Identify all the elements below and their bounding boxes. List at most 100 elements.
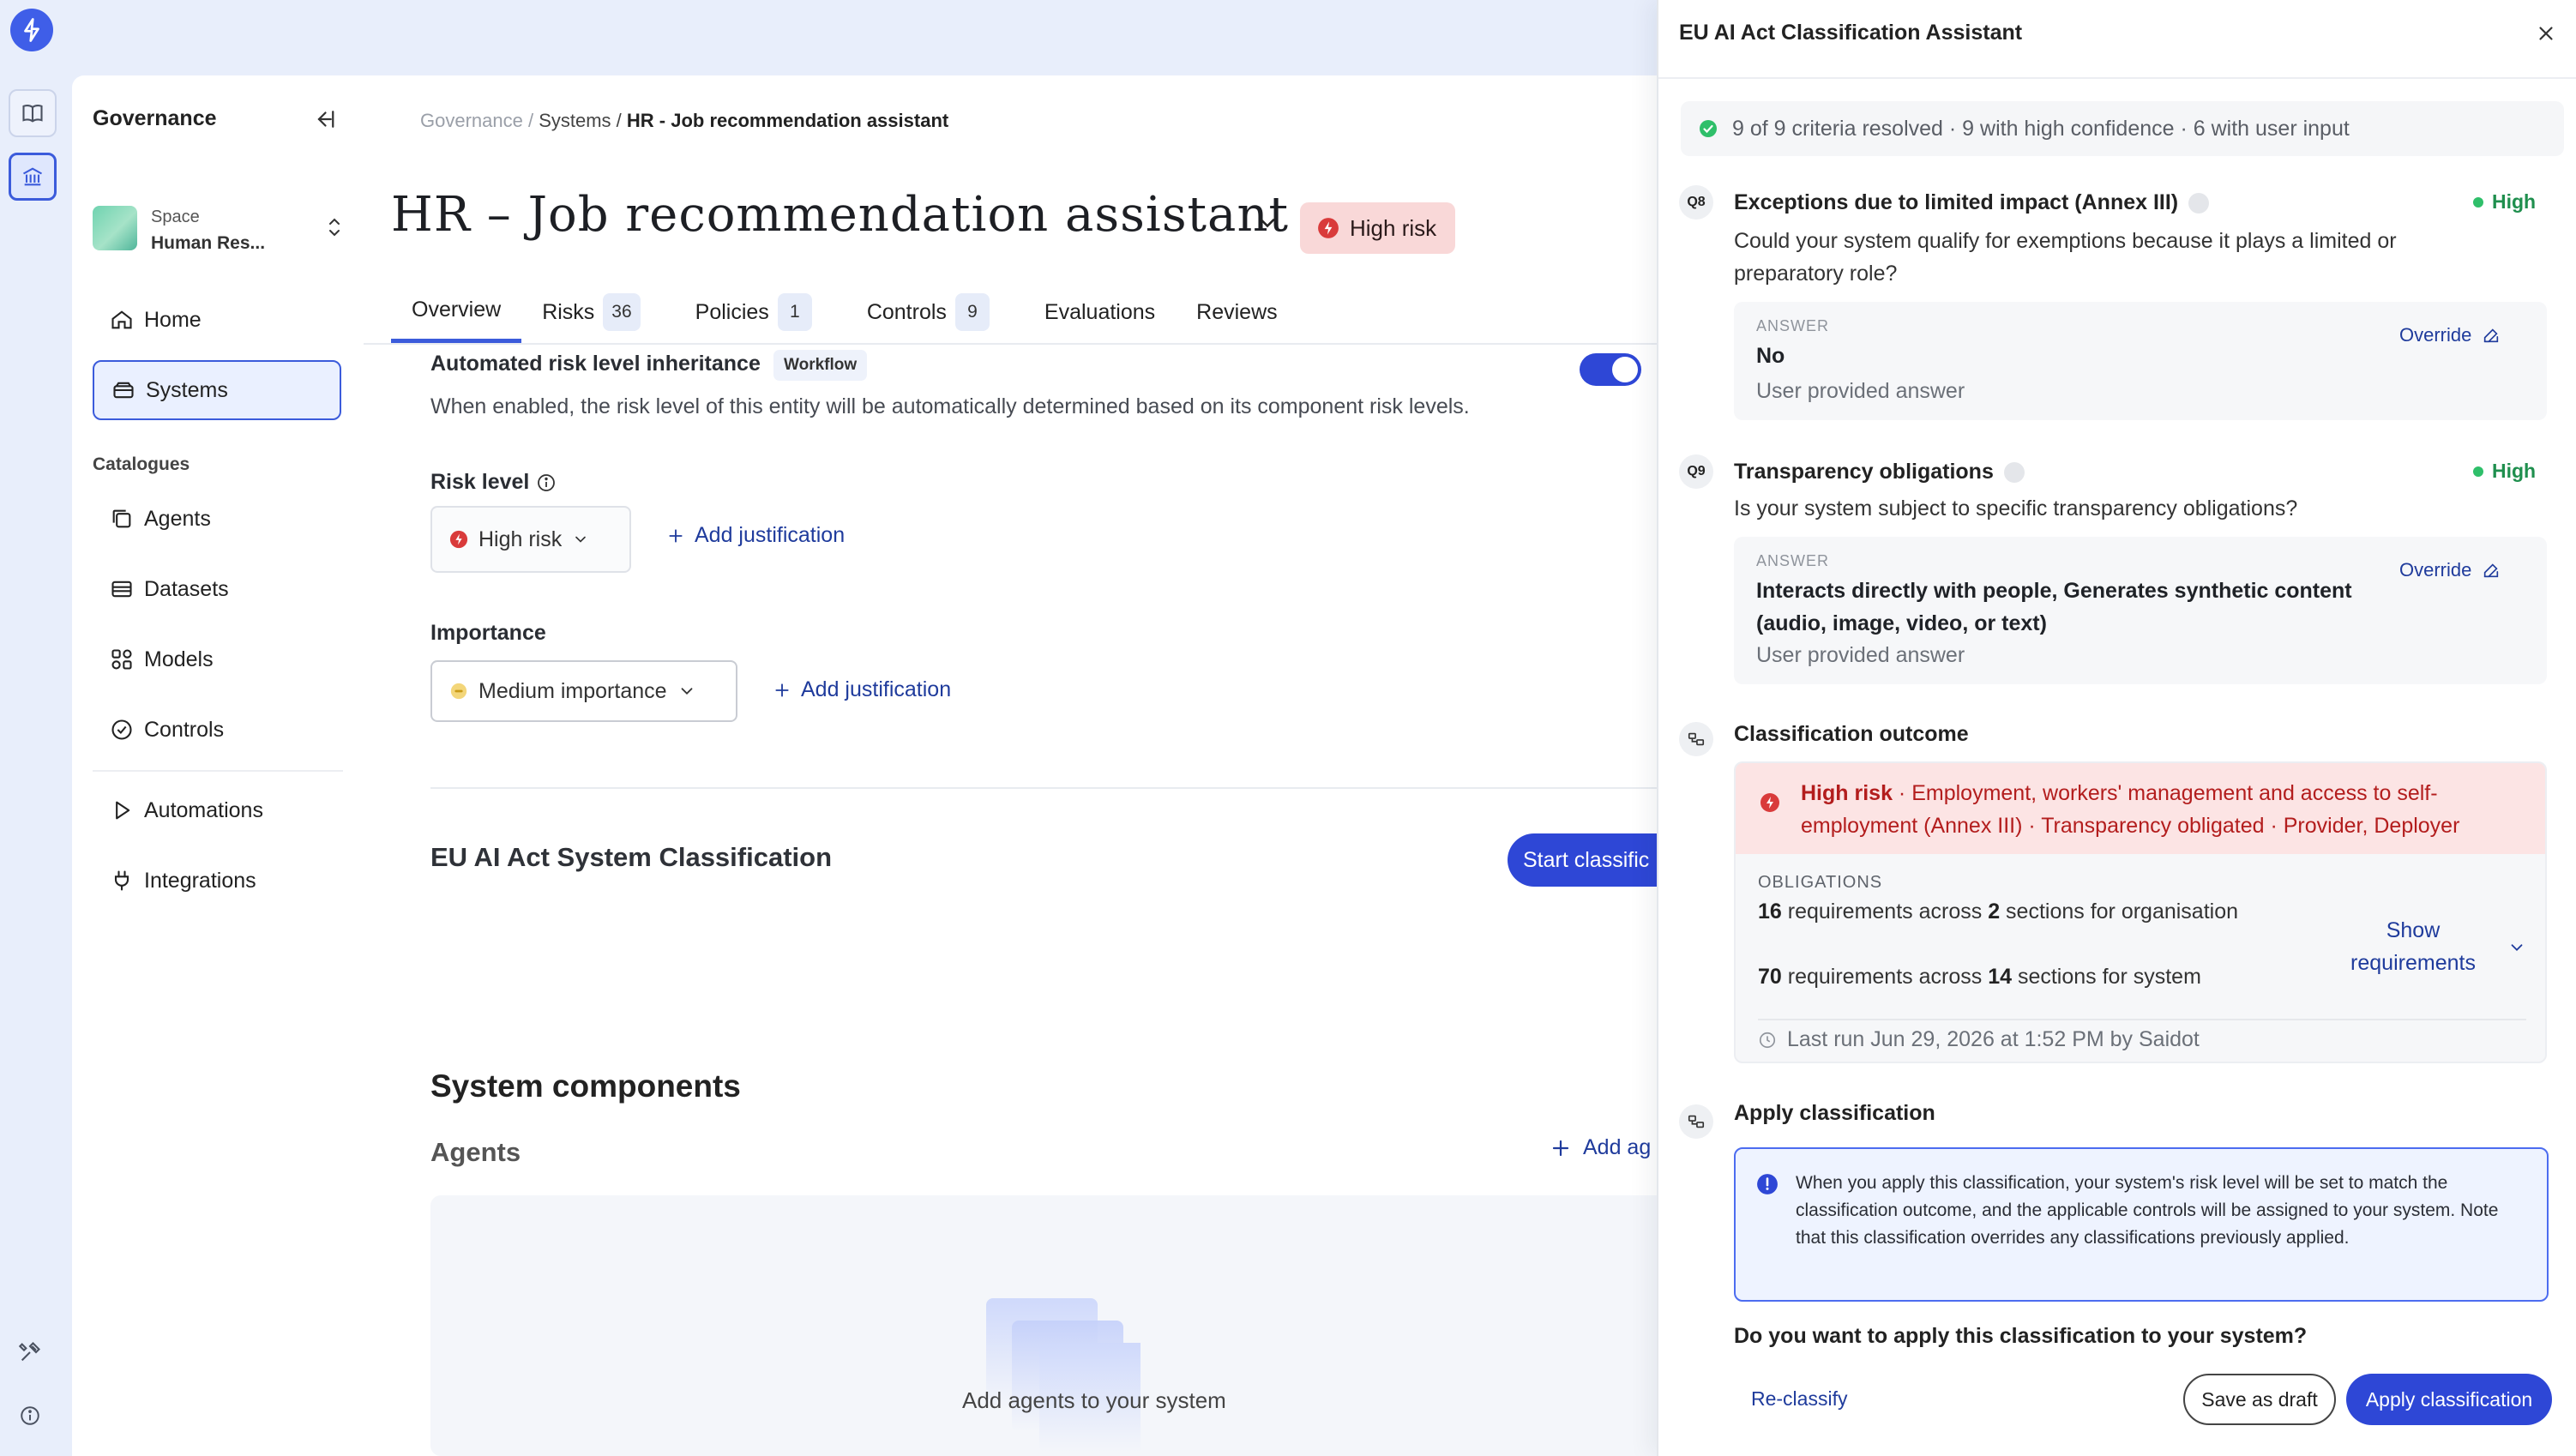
tab-evaluations[interactable]: Evaluations	[1010, 281, 1176, 343]
importance-select[interactable]: Medium importance	[430, 660, 737, 722]
tab-reviews[interactable]: Reviews	[1176, 281, 1297, 343]
risk-add-justification[interactable]: Add justification	[667, 523, 845, 548]
tab-count: 1	[777, 293, 812, 331]
tab-count: 9	[954, 293, 990, 331]
breadcrumb-root[interactable]: Governance	[420, 110, 523, 131]
last-run: Last run Jun 29, 2026 at 1:52 PM by Said…	[1758, 1027, 2200, 1052]
outcome-detail: · Employment, workers' management and ac…	[1801, 781, 2460, 838]
question-text: Is your system subject to specific trans…	[1734, 496, 2298, 520]
collapse-sidebar-icon[interactable]	[310, 106, 336, 132]
sidebar-item-models[interactable]: Models	[93, 629, 341, 689]
importance-add-justification[interactable]: Add justification	[773, 677, 951, 702]
info-icon[interactable]	[2188, 192, 2210, 214]
add-justification-label: Add justification	[695, 523, 846, 547]
tab-policies[interactable]: Policies 1	[661, 281, 833, 343]
space-switcher[interactable]: Space Human Res...	[93, 196, 341, 264]
org-mid: requirements across	[1781, 899, 1989, 924]
plug-icon	[110, 869, 134, 893]
answer-card: ANSWER Interacts directly with people, G…	[1734, 537, 2547, 684]
tab-risks[interactable]: Risks 36	[521, 281, 660, 343]
confidence-badge: High	[2473, 190, 2536, 214]
reclassify-button[interactable]: Re-classify	[1751, 1387, 1847, 1411]
apply-info-text: When you apply this classification, your…	[1796, 1173, 2499, 1248]
outcome-risk: High risk	[1801, 781, 1893, 805]
add-justification-label: Add justification	[801, 677, 952, 701]
models-icon	[110, 647, 134, 671]
chevron-down-icon[interactable]	[2507, 938, 2526, 957]
app-logo[interactable]	[10, 9, 53, 51]
start-classification-button[interactable]: Start classific	[1508, 833, 1679, 887]
sidebar-item-integrations[interactable]: Integrations	[93, 851, 341, 911]
info-rail-button[interactable]	[15, 1401, 45, 1430]
inheritance-description: When enabled, the risk level of this ent…	[430, 394, 1470, 418]
outcome-divider	[1758, 1019, 2526, 1020]
controls-icon	[110, 718, 134, 742]
org-sec-count: 2	[1988, 899, 2001, 924]
tab-label: Controls	[866, 299, 947, 324]
plus-icon	[773, 682, 791, 699]
tab-controls[interactable]: Controls 9	[833, 281, 1010, 343]
chevron-down-icon[interactable]	[1255, 211, 1279, 235]
apply-classification-button[interactable]: Apply classification	[2346, 1374, 2552, 1425]
summary-text: 9 of 9 criteria resolved · 9 with high c…	[1732, 116, 2350, 141]
confidence-label: High	[2492, 190, 2537, 213]
obligations-sys: 70 requirements across 14 sections for s…	[1758, 960, 2272, 993]
sidebar-divider	[93, 770, 343, 772]
inheritance-toggle[interactable]	[1580, 353, 1641, 386]
tab-label: Reviews	[1196, 299, 1278, 324]
breadcrumb-parent[interactable]: Systems	[539, 110, 611, 131]
sidebar-item-controls[interactable]: Controls	[93, 700, 341, 760]
check-circle-icon	[1698, 118, 1718, 139]
show-requirements-button[interactable]: Show requirements	[2327, 914, 2499, 979]
sidebar-item-automations[interactable]: Automations	[93, 780, 341, 840]
info-circle-icon[interactable]	[536, 472, 557, 493]
override-button[interactable]: Override	[2399, 324, 2501, 346]
question-number-badge: Q8	[1679, 185, 1713, 220]
space-label: Space	[151, 208, 200, 226]
sidebar-item-label: Home	[144, 307, 202, 332]
sidebar-item-datasets[interactable]: Datasets	[93, 559, 341, 619]
status-dot-icon	[2473, 466, 2483, 477]
chevron-down-icon	[677, 682, 696, 701]
sidebar-item-agents[interactable]: Agents	[93, 489, 341, 549]
info-filled-icon	[1756, 1173, 1779, 1195]
chevron-updown-icon	[324, 214, 345, 240]
tab-overview[interactable]: Overview	[391, 281, 522, 343]
tab-count: 36	[603, 293, 641, 331]
info-icon[interactable]	[2003, 461, 2025, 483]
tools-rail-button[interactable]	[15, 1338, 45, 1367]
governance-rail-button[interactable]	[9, 153, 57, 201]
sidebar-item-systems[interactable]: Systems	[93, 360, 341, 420]
tab-divider	[364, 343, 1744, 345]
library-rail-button[interactable]	[9, 89, 57, 137]
obligations-org: 16 requirements across 2 sections for or…	[1758, 895, 2272, 928]
systems-icon	[111, 378, 135, 402]
plus-icon	[1550, 1138, 1571, 1158]
sidebar-item-home[interactable]: Home	[93, 290, 341, 350]
section-divider	[430, 787, 1768, 789]
risk-level-select[interactable]: High risk	[430, 506, 631, 573]
override-button[interactable]: Override	[2399, 559, 2501, 581]
sidebar-item-label: Controls	[144, 717, 225, 742]
save-draft-button[interactable]: Save as draft	[2183, 1374, 2336, 1425]
breadcrumb-current: HR - Job recommendation assistant	[626, 110, 949, 131]
select-value: Medium importance	[478, 678, 667, 703]
override-label: Override	[2399, 324, 2472, 346]
org-req-count: 16	[1758, 899, 1782, 924]
medium-dot-icon	[449, 682, 468, 701]
add-agent-label: Add ag	[1583, 1135, 1652, 1159]
plus-icon	[667, 527, 684, 544]
add-agent-button[interactable]: Add ag	[1550, 1135, 1651, 1160]
empty-state-text: Add agents to your system	[962, 1387, 1226, 1413]
agents-heading: Agents	[430, 1137, 521, 1167]
confidence-badge: High	[2473, 460, 2536, 483]
tab-label: Overview	[412, 298, 502, 322]
question-title: Transparency obligations	[1734, 460, 2025, 484]
danger-icon	[449, 530, 468, 549]
clock-icon	[1758, 1031, 1777, 1050]
answer-value: Interacts directly with people, Generate…	[1756, 579, 2352, 635]
close-icon[interactable]	[2535, 22, 2557, 45]
empty-illustration	[952, 1298, 1141, 1453]
criteria-summary: 9 of 9 criteria resolved · 9 with high c…	[1681, 101, 2564, 156]
status-dot-icon	[2473, 196, 2483, 208]
